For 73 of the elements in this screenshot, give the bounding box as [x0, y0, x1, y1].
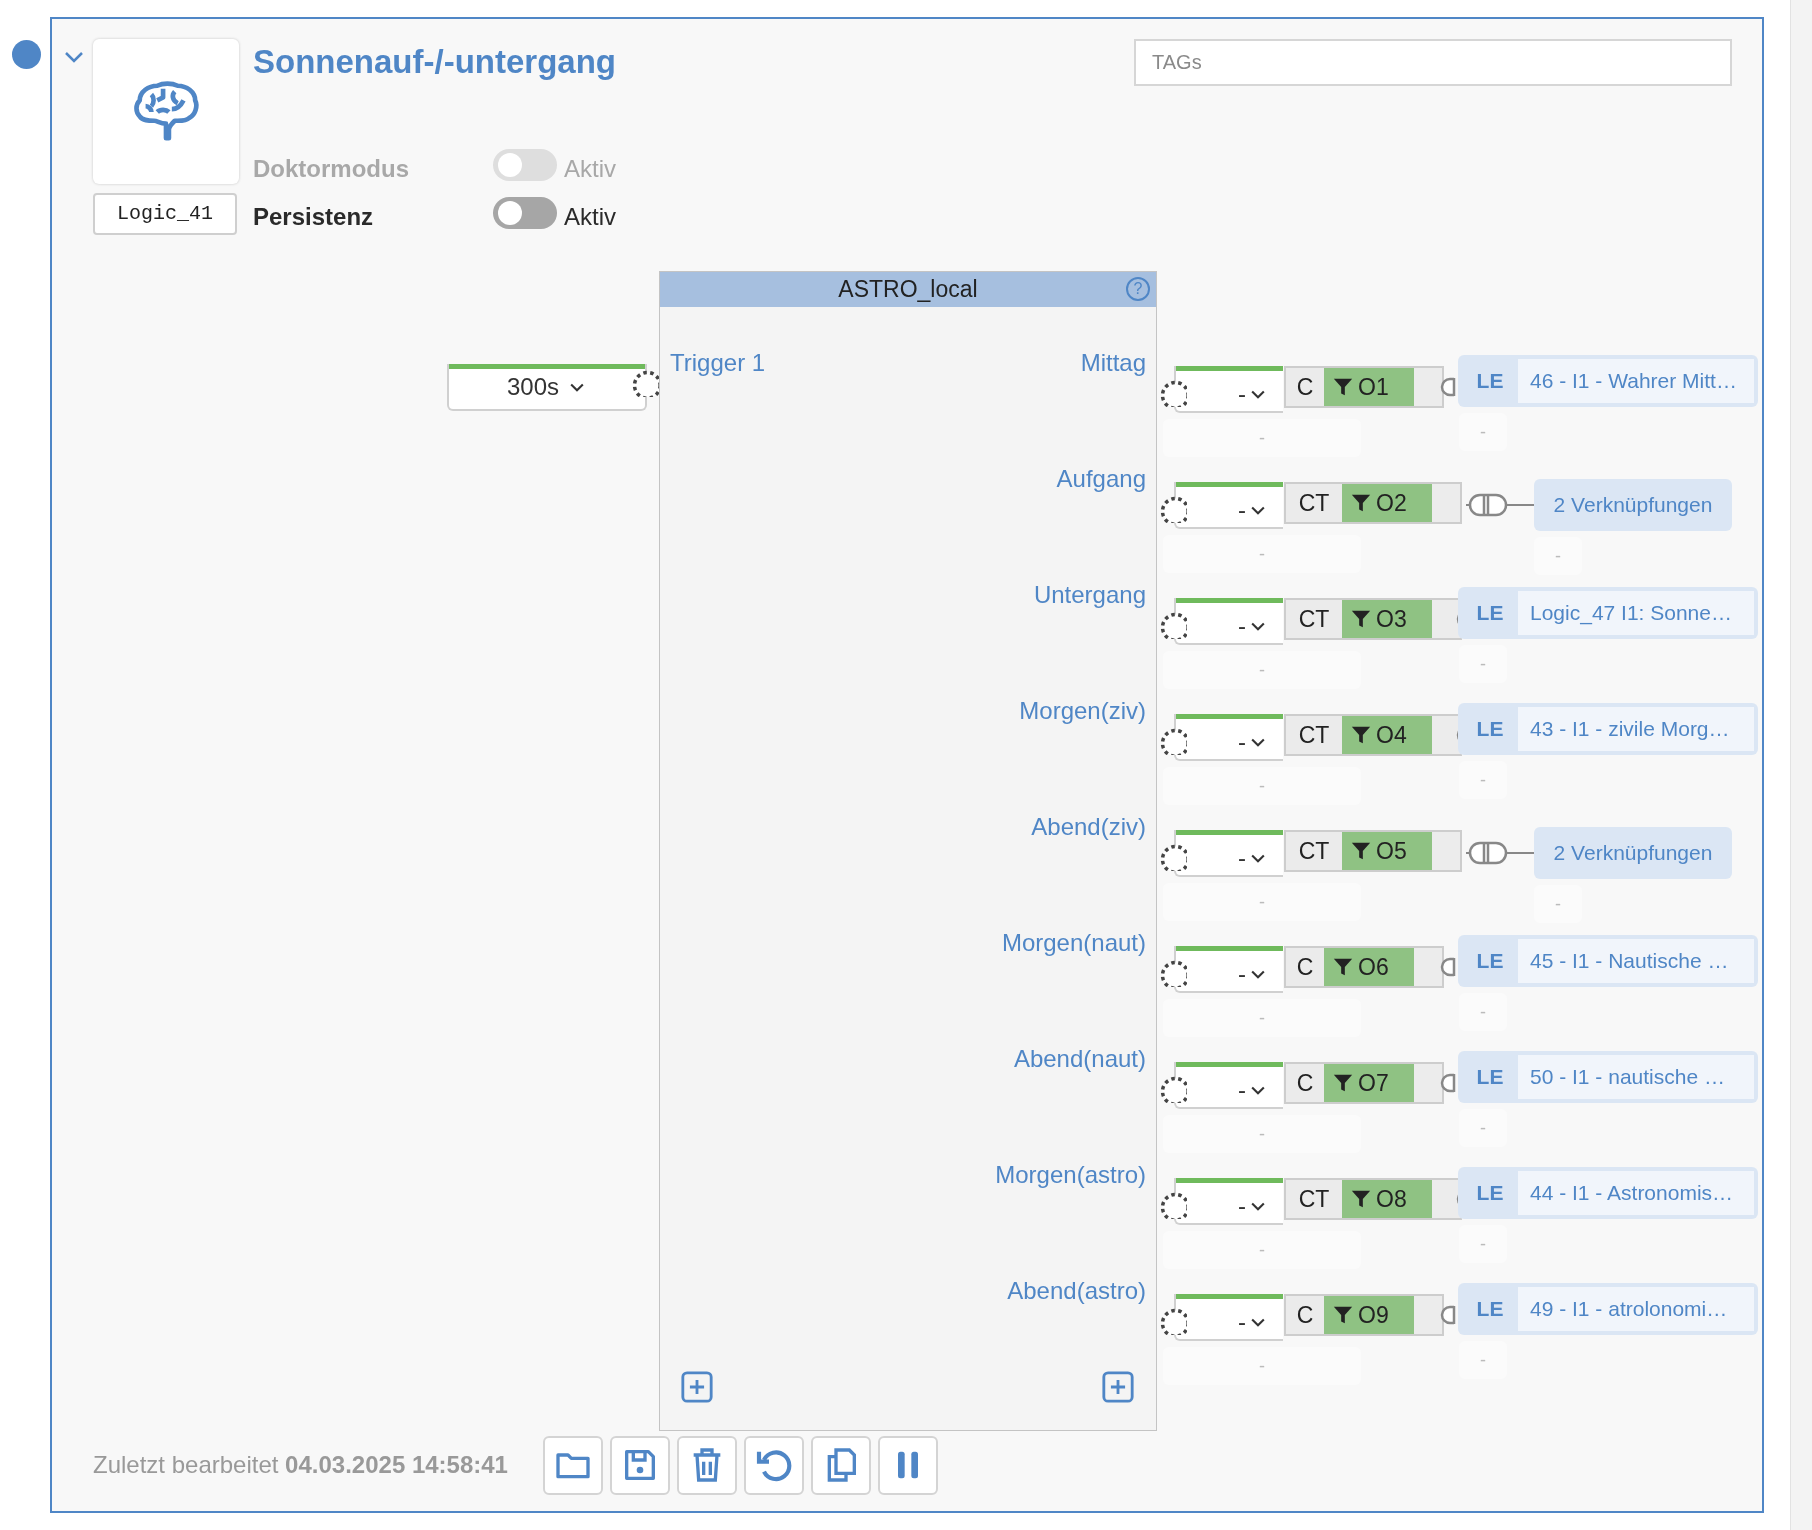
link-tag: LE: [1462, 359, 1518, 403]
filter-icon: [1350, 1188, 1372, 1210]
port-name: O7: [1324, 1064, 1414, 1102]
port-name: O8: [1342, 1180, 1432, 1218]
logic-title: Sonnenauf-/-untergang: [253, 42, 616, 82]
output-label: Mittag: [1080, 348, 1146, 378]
output-chip[interactable]: C O9: [1284, 1294, 1444, 1336]
output-label: Abend(naut): [1013, 1044, 1146, 1074]
output-label: Aufgang: [1056, 464, 1146, 494]
output-chip[interactable]: C O1: [1284, 366, 1444, 408]
block-title: ASTRO_local: [838, 275, 978, 305]
output-chip[interactable]: CT O5: [1284, 830, 1462, 872]
toggle-switch[interactable]: [493, 197, 557, 229]
port-icon[interactable]: [631, 369, 659, 397]
filter-icon: [1332, 956, 1354, 978]
output-label: Abend(astro): [1007, 1276, 1146, 1306]
toggle-label: Aktiv: [564, 154, 616, 184]
link-tag: LE: [1462, 707, 1518, 751]
toggle-label: Aktiv: [564, 202, 616, 232]
port-icon[interactable]: [1159, 959, 1187, 987]
last-edited-text: Zuletzt bearbeitet 04.03.2025 14:58:41: [93, 1450, 508, 1480]
logic-id-field[interactable]: Logic_41: [93, 193, 237, 235]
filter-icon: [1350, 724, 1372, 746]
folder-button[interactable]: [542, 1435, 603, 1495]
link-tag: LE: [1462, 939, 1518, 983]
port-name: O9: [1324, 1296, 1414, 1334]
port-icon[interactable]: [1159, 379, 1187, 407]
output-chip[interactable]: C O6: [1284, 946, 1444, 988]
output-label: Morgen(astro): [995, 1160, 1146, 1190]
output-label: Untergang: [1033, 580, 1146, 610]
output-label: Abend(ziv): [1031, 812, 1146, 842]
link-tag: LE: [1462, 1055, 1518, 1099]
output-label: Morgen(naut): [1001, 928, 1146, 958]
link-tag: LE: [1462, 591, 1518, 635]
save-button[interactable]: [609, 1435, 670, 1495]
filter-icon: [1332, 1304, 1354, 1326]
option-label: Doktormodus: [253, 154, 409, 184]
port-name: O6: [1324, 948, 1414, 986]
port-name: O2: [1342, 484, 1432, 522]
filter-icon: [1350, 840, 1372, 862]
port-icon[interactable]: [1159, 1307, 1187, 1335]
port-name: O3: [1342, 600, 1432, 638]
filter-icon: [1350, 608, 1372, 630]
port-name: O5: [1342, 832, 1432, 870]
filter-icon: [1332, 376, 1354, 398]
add-output-icon[interactable]: [1101, 1370, 1135, 1404]
add-input-icon[interactable]: [680, 1370, 714, 1404]
port-name: O1: [1324, 368, 1414, 406]
scrollbar[interactable]: [1790, 0, 1812, 1530]
link-tag: LE: [1462, 1171, 1518, 1215]
port-icon[interactable]: [1159, 495, 1187, 523]
port-name: O4: [1342, 716, 1432, 754]
copy-button[interactable]: [810, 1435, 871, 1495]
output-chip[interactable]: CT O4: [1284, 714, 1462, 756]
output-chip[interactable]: CT O8: [1284, 1178, 1462, 1220]
trash-button[interactable]: [676, 1435, 737, 1495]
pause-button[interactable]: [877, 1435, 938, 1495]
tags-field[interactable]: TAGs: [1134, 39, 1732, 86]
filter-icon: [1350, 492, 1372, 514]
output-chip[interactable]: C O7: [1284, 1062, 1444, 1104]
output-chip[interactable]: CT O3: [1284, 598, 1462, 640]
input-label: Trigger 1: [670, 348, 766, 378]
port-icon[interactable]: [1159, 727, 1187, 755]
link-tag: LE: [1462, 1287, 1518, 1331]
undo-button[interactable]: [743, 1435, 804, 1495]
option-label: Persistenz: [253, 202, 374, 232]
port-icon[interactable]: [1159, 611, 1187, 639]
port-icon[interactable]: [1159, 1191, 1187, 1219]
port-icon[interactable]: [1159, 843, 1187, 871]
output-label: Morgen(ziv): [1019, 696, 1146, 726]
output-chip[interactable]: CT O2: [1284, 482, 1462, 524]
port-icon[interactable]: [1159, 1075, 1187, 1103]
filter-icon: [1332, 1072, 1354, 1094]
